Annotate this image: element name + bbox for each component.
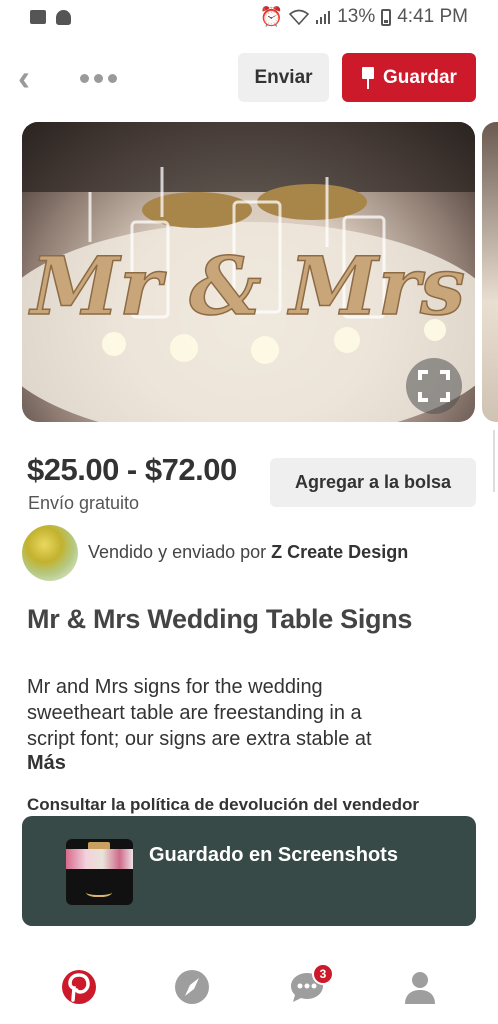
mr-mrs-sign: Mr & Mrs bbox=[28, 239, 465, 333]
signal-icon bbox=[316, 11, 331, 24]
more-options-icon[interactable] bbox=[80, 66, 120, 90]
status-bar: ⏰ 13% 4:41 PM bbox=[0, 0, 498, 34]
snapchat-icon bbox=[56, 9, 71, 25]
battery-percent: 13% bbox=[337, 6, 376, 27]
seller-info[interactable]: Vendido y enviado por Z Create Design bbox=[88, 542, 408, 563]
gallery-icon bbox=[30, 10, 46, 24]
profile-icon[interactable] bbox=[400, 967, 440, 1007]
seller-prefix: Vendido y enviado por bbox=[88, 542, 267, 562]
save-button[interactable]: Guardar bbox=[342, 53, 476, 102]
next-pin-preview[interactable] bbox=[482, 122, 498, 422]
price: $25.00 - $72.00 bbox=[27, 452, 237, 487]
top-bar: ‹ Enviar Guardar bbox=[0, 52, 498, 104]
divider bbox=[493, 430, 495, 492]
seller-avatar[interactable] bbox=[22, 525, 78, 581]
toast-message: Guardado en Screenshots bbox=[149, 844, 398, 866]
saved-toast[interactable]: Guardado en Screenshots bbox=[22, 816, 476, 926]
wifi-icon bbox=[289, 9, 310, 25]
pin-title: Mr & Mrs Wedding Table Signs bbox=[27, 604, 413, 634]
board-thumbnail bbox=[66, 839, 133, 905]
home-icon[interactable] bbox=[59, 967, 99, 1007]
add-to-bag-button[interactable]: Agregar a la bolsa bbox=[270, 458, 476, 507]
back-arrow-icon[interactable]: ‹ bbox=[18, 60, 48, 96]
pin-icon bbox=[361, 66, 375, 89]
seller-name[interactable]: Z Create Design bbox=[271, 542, 408, 562]
return-policy-link[interactable]: Consultar la política de devolución del … bbox=[27, 795, 419, 815]
pin-description: Mr and Mrs signs for the wedding sweethe… bbox=[27, 676, 372, 750]
alarm-icon: ⏰ bbox=[259, 7, 284, 28]
bottom-nav: 3 bbox=[0, 955, 498, 1019]
expand-icon[interactable] bbox=[406, 358, 462, 414]
more-link[interactable]: Más bbox=[27, 752, 66, 775]
messages-badge: 3 bbox=[312, 963, 334, 985]
send-button[interactable]: Enviar bbox=[238, 53, 329, 102]
save-button-label: Guardar bbox=[383, 66, 457, 88]
explore-icon[interactable] bbox=[172, 967, 212, 1007]
battery-icon bbox=[381, 8, 392, 26]
clock-time: 4:41 PM bbox=[397, 6, 468, 27]
shipping-info: Envío gratuito bbox=[28, 493, 140, 513]
